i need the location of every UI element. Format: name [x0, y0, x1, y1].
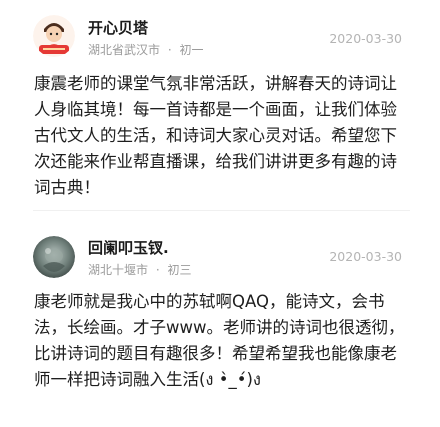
location-label: 湖北十堰市: [88, 263, 149, 277]
comment-content: 康老师就是我心中的苏轼啊QAQ，能诗文，会书法，长绘画。才子www。老师讲的诗词…: [34, 292, 405, 389]
username[interactable]: 回阑叩玉钗.: [88, 237, 169, 258]
comment-card-2: 回阑叩玉钗. 湖北十堰市 · 初三 2020-03-30 康老师就是我心中的苏轼…: [0, 0, 440, 427]
avatar-huilan[interactable]: [33, 236, 75, 278]
user-meta: 湖北十堰市 · 初三: [88, 261, 192, 278]
photo-avatar-icon: [33, 236, 75, 278]
separator-dot: ·: [155, 263, 160, 277]
comment-date: 2020-03-30: [329, 249, 402, 264]
grade-label: 初三: [167, 263, 192, 277]
